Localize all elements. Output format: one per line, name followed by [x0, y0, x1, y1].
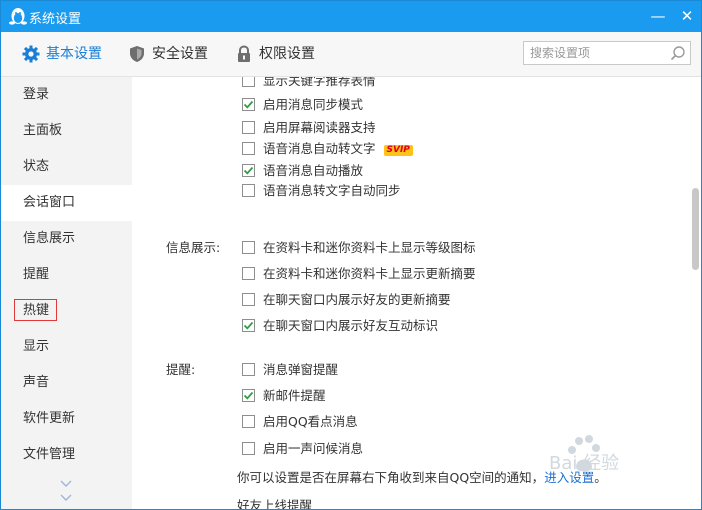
checkbox[interactable] — [242, 77, 255, 87]
sidebar-item-info-display[interactable]: 信息展示 — [1, 221, 132, 257]
checkbox[interactable] — [242, 415, 255, 428]
settings-tab-bar: 基本设置 安全设置 权限设置 — [1, 32, 701, 77]
tab-permission-settings[interactable]: 权限设置 — [235, 32, 321, 76]
tab-security-settings[interactable]: 安全设置 — [128, 32, 214, 76]
sidebar-item-reminder[interactable]: 提醒 — [1, 257, 132, 293]
reminder-group-title: 提醒: — [166, 362, 196, 377]
close-button[interactable]: ✕ — [676, 6, 698, 26]
checkbox[interactable] — [242, 184, 255, 197]
checkmark-icon — [243, 166, 254, 175]
search-input[interactable] — [530, 44, 660, 62]
checkbox[interactable] — [242, 363, 255, 376]
tab-security-settings-label: 安全设置 — [152, 46, 208, 62]
sidebar-item-sound[interactable]: 声音 — [1, 365, 132, 401]
option-label: 在资料卡和迷你资料卡上显示更新摘要 — [263, 266, 476, 281]
option-label: 在资料卡和迷你资料卡上显示等级图标 — [263, 240, 476, 255]
sidebar-item-status[interactable]: 状态 — [1, 149, 132, 185]
checkbox-checked[interactable] — [242, 389, 255, 402]
option-label: 在聊天窗口内展示好友的更新摘要 — [263, 292, 451, 307]
tab-permission-settings-label: 权限设置 — [259, 46, 315, 62]
qq-penguin-icon — [9, 8, 27, 25]
checkmark-icon — [243, 391, 254, 400]
notice-text: 你可以设置是否在屏幕右下角收到来自QQ空间的通知， — [237, 470, 545, 485]
content-scrollbar[interactable] — [687, 77, 701, 509]
minimize-button[interactable]: — — [647, 6, 669, 26]
tab-basic-settings-label: 基本设置 — [46, 46, 102, 62]
sidebar-item-chat-window[interactable]: 会话窗口 — [1, 185, 132, 221]
tab-basic-settings[interactable]: 基本设置 — [22, 32, 108, 76]
sidebar-item-software-update[interactable]: 软件更新 — [1, 401, 132, 437]
baidu-jingyan-watermark: Bai 经验 — [549, 435, 619, 474]
option-label: 启用消息同步模式 — [263, 97, 364, 112]
checkbox[interactable] — [242, 267, 255, 280]
search-icon[interactable] — [670, 45, 686, 61]
sidebar-item-file-management[interactable]: 文件管理 — [1, 437, 132, 473]
watermark-text: Bai 经验 — [549, 453, 619, 474]
checkbox[interactable] — [242, 142, 255, 155]
hotkey-highlight-box — [14, 299, 57, 321]
checkbox-checked[interactable] — [242, 164, 255, 177]
chevron-down-icon[interactable] — [59, 479, 73, 489]
svip-badge: SVIP — [383, 145, 413, 156]
option-label: 语音消息自动转文字 — [263, 141, 376, 156]
checkbox[interactable] — [242, 241, 255, 254]
gear-icon — [22, 45, 40, 63]
option-label: 显示关键字推荐表情 — [263, 77, 376, 88]
option-label: 启用一声问候消息 — [263, 441, 364, 456]
option-label: 语音消息转文字自动同步 — [263, 183, 401, 198]
checkbox[interactable] — [242, 442, 255, 455]
checkbox-checked[interactable] — [242, 98, 255, 111]
option-label: 消息弹窗提醒 — [263, 362, 339, 377]
checkbox-checked[interactable] — [242, 319, 255, 332]
checkmark-icon — [243, 100, 254, 109]
option-label: 在聊天窗口内展示好友互动标识 — [263, 318, 439, 333]
option-label: 语音消息自动播放 — [263, 163, 364, 178]
search-box — [523, 41, 691, 65]
window-title: 系统设置 — [29, 12, 82, 27]
sidebar-item-main-panel[interactable]: 主面板 — [1, 113, 132, 149]
scrollbar-thumb[interactable] — [692, 188, 699, 270]
lock-icon — [238, 45, 250, 62]
title-bar: 系统设置 — ✕ — [1, 1, 701, 32]
option-label: 新邮件提醒 — [263, 388, 326, 403]
sidebar-item-login[interactable]: 登录 — [1, 77, 132, 113]
friend-online-title: 好友上线提醒 — [237, 498, 313, 509]
sidebar-item-display[interactable]: 显示 — [1, 329, 132, 365]
info-display-group-title: 信息展示: — [166, 240, 221, 255]
checkbox[interactable] — [242, 121, 255, 134]
checkmark-icon — [243, 321, 254, 330]
shield-icon — [130, 46, 144, 62]
chevron-down-icon[interactable] — [59, 493, 73, 503]
checkbox[interactable] — [242, 293, 255, 306]
option-label: 启用屏幕阅读器支持 — [263, 120, 376, 135]
settings-window: 系统设置 — ✕ 基本设置 安全设置 权限设置 搜索设置项 登录 主面板 状态 … — [0, 0, 702, 510]
settings-sidebar: 登录 主面板 状态 会话窗口 信息展示 提醒 热键 显示 声音 软件更新 文件管… — [1, 77, 132, 509]
option-label: 启用QQ看点消息 — [263, 414, 358, 429]
